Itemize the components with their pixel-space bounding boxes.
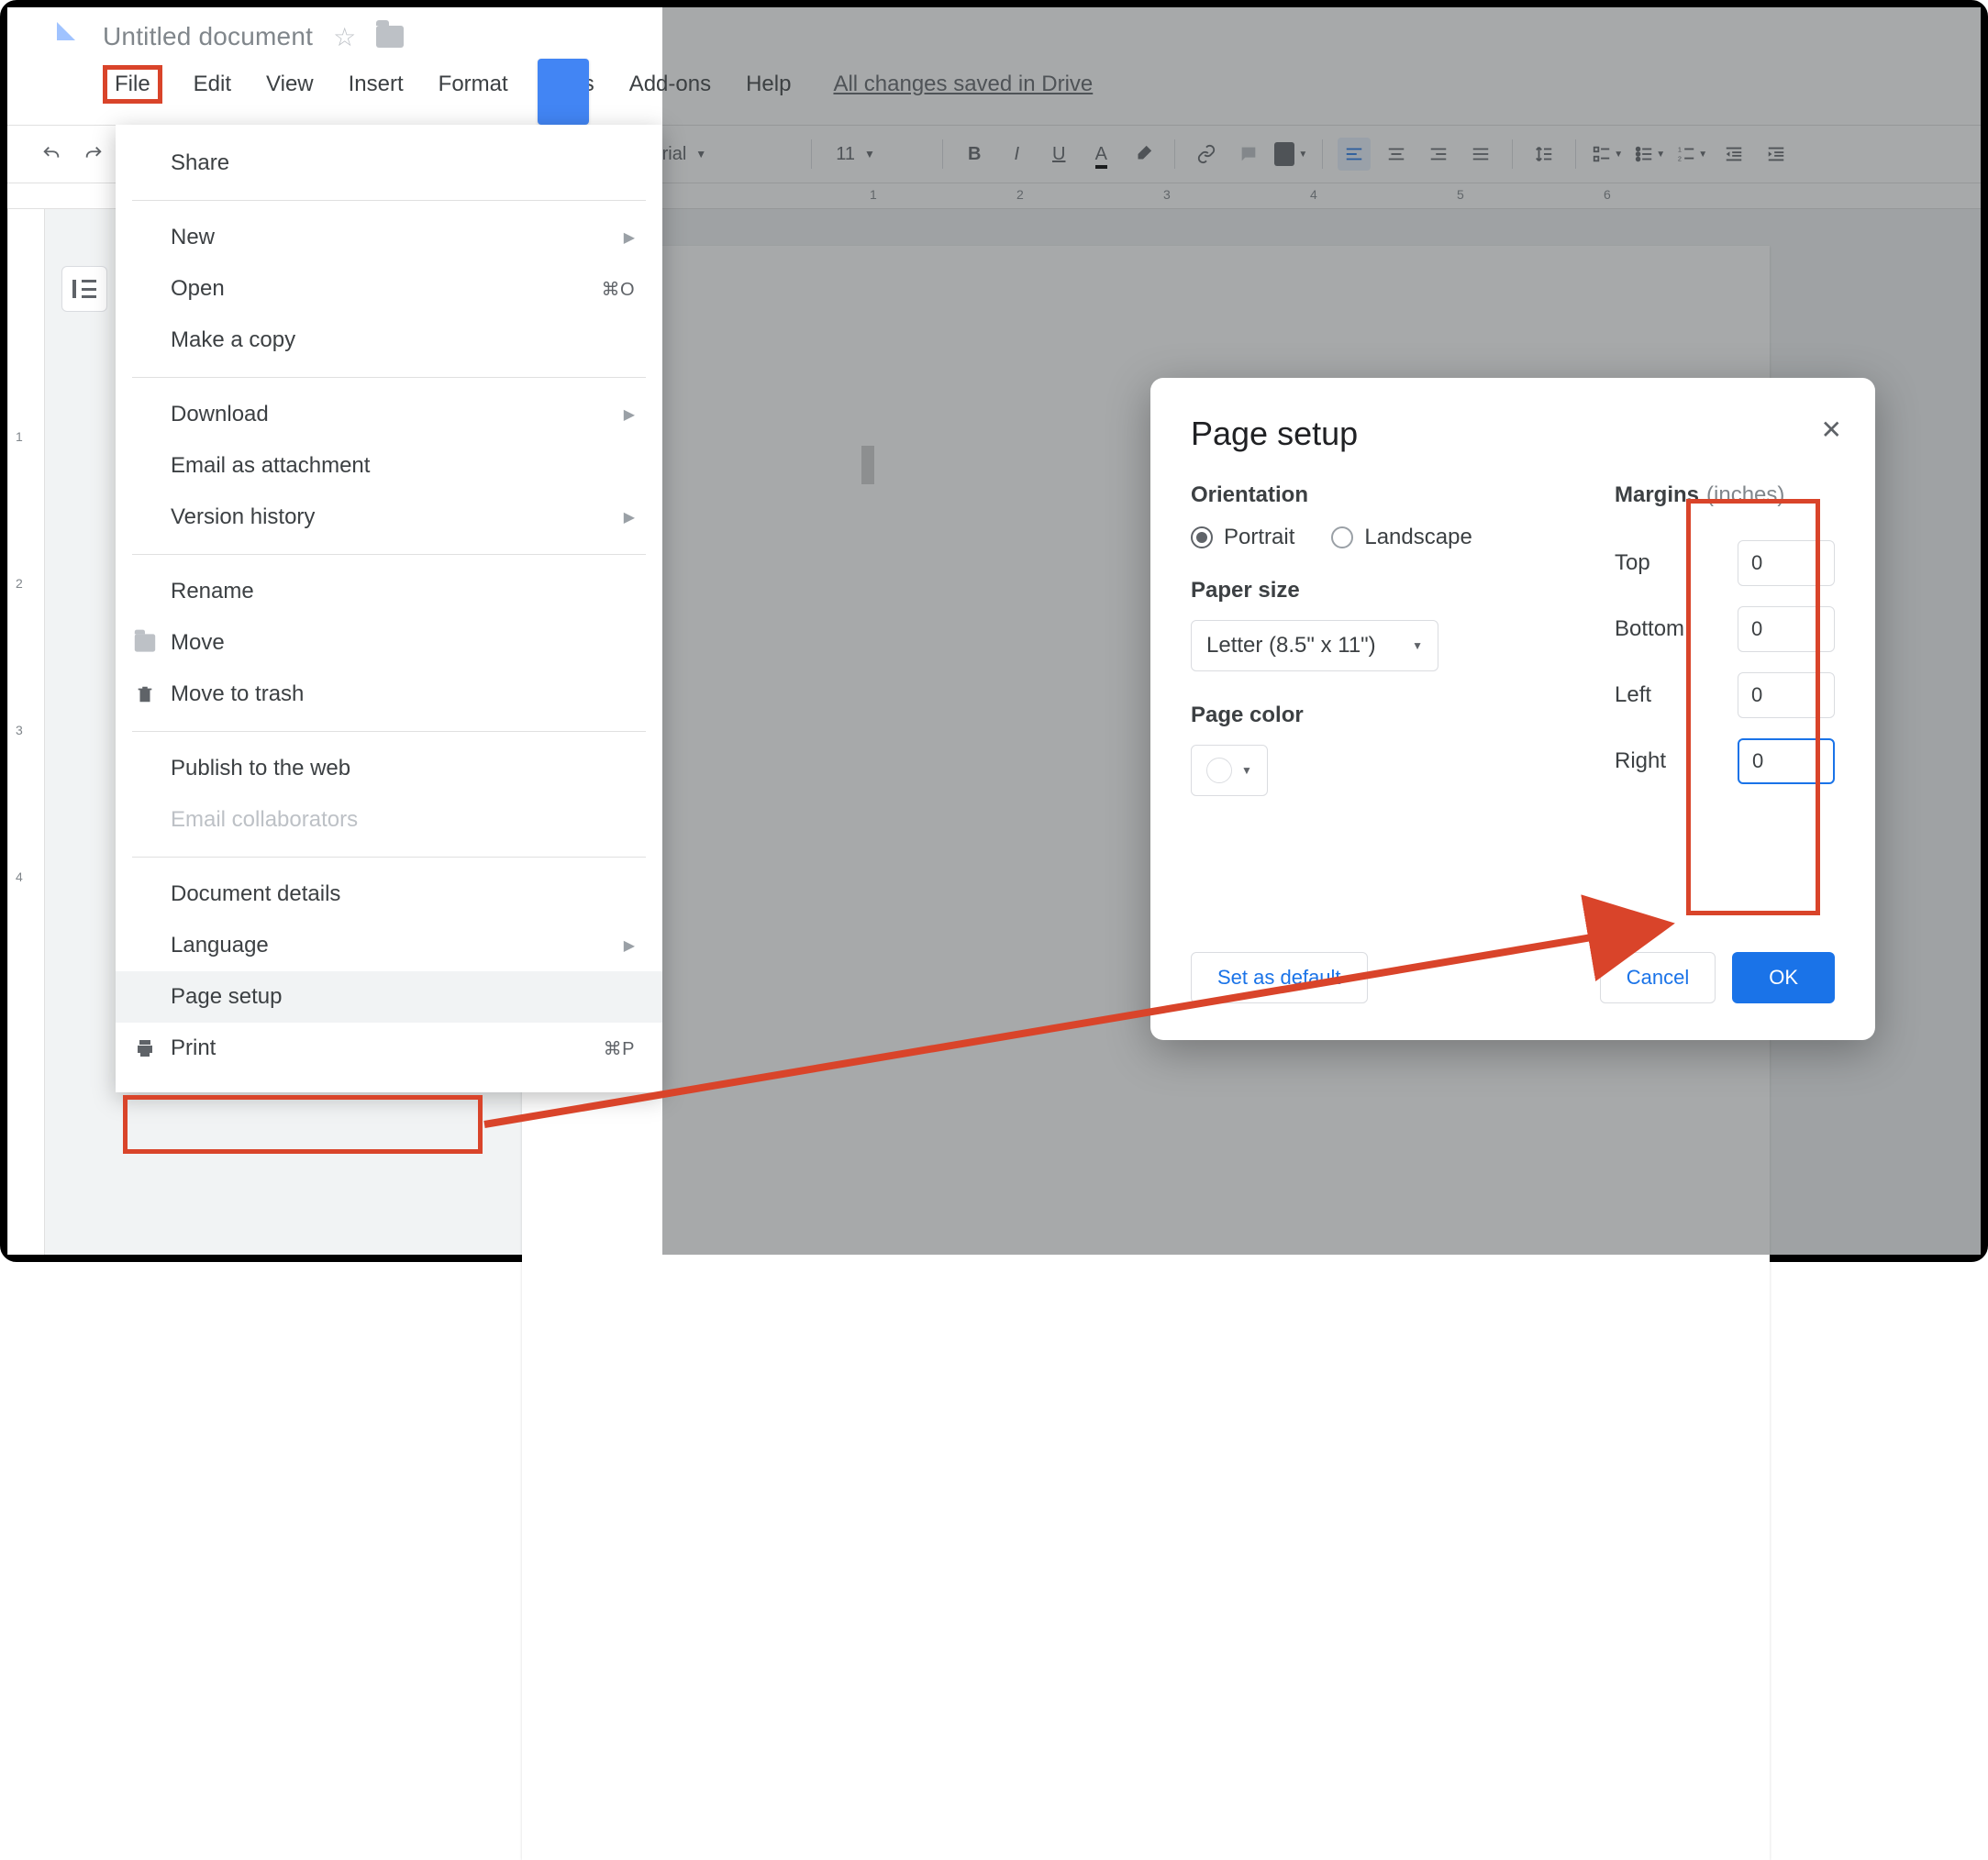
page-color-label: Page color (1191, 703, 1560, 728)
paper-size-value: Letter (8.5" x 11") (1206, 633, 1376, 659)
margin-top-input[interactable] (1738, 540, 1835, 586)
margin-right-input[interactable] (1738, 738, 1835, 784)
menu-item-open[interactable]: Open⌘O (116, 263, 662, 315)
menu-item-share[interactable]: Share (116, 138, 662, 189)
menu-format[interactable]: Format (435, 66, 512, 103)
menu-item-email-collab: Email collaborators (116, 794, 662, 846)
paper-size-select[interactable]: Letter (8.5" x 11") ▼ (1191, 620, 1438, 671)
menu-item-version-history[interactable]: Version history▶ (116, 492, 662, 543)
annotation-highlight-page-setup (123, 1095, 483, 1154)
dialog-close-button[interactable]: ✕ (1821, 415, 1842, 445)
set-default-button[interactable]: Set as default (1191, 952, 1368, 1003)
chevron-right-icon: ▶ (624, 228, 635, 247)
chevron-right-icon: ▶ (624, 936, 635, 955)
radio-checked-icon (1191, 526, 1213, 548)
margins-unit: (inches) (1706, 482, 1784, 508)
margin-left-label: Left (1615, 682, 1651, 708)
menu-insert[interactable]: Insert (345, 66, 407, 103)
document-title[interactable]: Untitled document (103, 22, 313, 51)
menu-item-print[interactable]: Print⌘P (116, 1023, 662, 1074)
document-outline-button[interactable] (61, 266, 107, 312)
orientation-portrait-radio[interactable]: Portrait (1191, 525, 1294, 550)
redo-button[interactable] (77, 138, 110, 171)
menu-item-language[interactable]: Language▶ (116, 920, 662, 971)
color-swatch-icon (1206, 758, 1232, 783)
menu-item-email-attachment[interactable]: Email as attachment (116, 440, 662, 492)
menu-item-page-setup[interactable]: Page setup (116, 971, 662, 1023)
app-frame: Untitled document ☆ File Edit View Inser… (0, 0, 1988, 1262)
cancel-button[interactable]: Cancel (1600, 952, 1716, 1003)
chevron-right-icon: ▶ (624, 405, 635, 424)
folder-icon[interactable] (376, 26, 404, 48)
star-icon[interactable]: ☆ (333, 22, 356, 52)
chevron-right-icon: ▶ (624, 508, 635, 526)
menu-item-make-copy[interactable]: Make a copy (116, 315, 662, 366)
margin-bottom-label: Bottom (1615, 616, 1684, 642)
orientation-label: Orientation (1191, 482, 1560, 508)
ok-button[interactable]: OK (1732, 952, 1835, 1003)
paper-size-label: Paper size (1191, 578, 1560, 603)
menu-item-doc-details[interactable]: Document details (116, 869, 662, 920)
chevron-down-icon: ▼ (1412, 639, 1423, 652)
page-setup-dialog: Page setup ✕ Orientation Portrait Landsc… (1150, 378, 1875, 1040)
vertical-ruler[interactable]: 1 2 3 4 (8, 209, 45, 1255)
margins-label: Margins (1615, 482, 1699, 508)
page-color-picker[interactable]: ▼ (1191, 745, 1268, 796)
margin-bottom-input[interactable] (1738, 606, 1835, 652)
margin-right-label: Right (1615, 748, 1666, 774)
menu-item-move[interactable]: Move (116, 617, 662, 669)
chevron-down-icon: ▼ (1241, 764, 1252, 777)
orientation-landscape-radio[interactable]: Landscape (1331, 525, 1472, 550)
print-icon (132, 1035, 158, 1061)
menu-edit[interactable]: Edit (190, 66, 235, 103)
margin-left-input[interactable] (1738, 672, 1835, 718)
menu-item-new[interactable]: New▶ (116, 212, 662, 263)
file-menu-dropdown: Share New▶ Open⌘O Make a copy Download▶ … (116, 125, 662, 1092)
menu-item-rename[interactable]: Rename (116, 566, 662, 617)
folder-icon (132, 630, 158, 656)
undo-button[interactable] (35, 138, 68, 171)
menu-view[interactable]: View (262, 66, 317, 103)
trash-icon (132, 681, 158, 707)
menu-item-move-trash[interactable]: Move to trash (116, 669, 662, 720)
margin-top-label: Top (1615, 550, 1650, 576)
menu-item-download[interactable]: Download▶ (116, 389, 662, 440)
docs-logo[interactable] (24, 22, 75, 88)
menu-file[interactable]: File (103, 65, 162, 104)
dialog-title: Page setup (1191, 415, 1835, 453)
menu-item-publish[interactable]: Publish to the web (116, 743, 662, 794)
radio-unchecked-icon (1331, 526, 1353, 548)
